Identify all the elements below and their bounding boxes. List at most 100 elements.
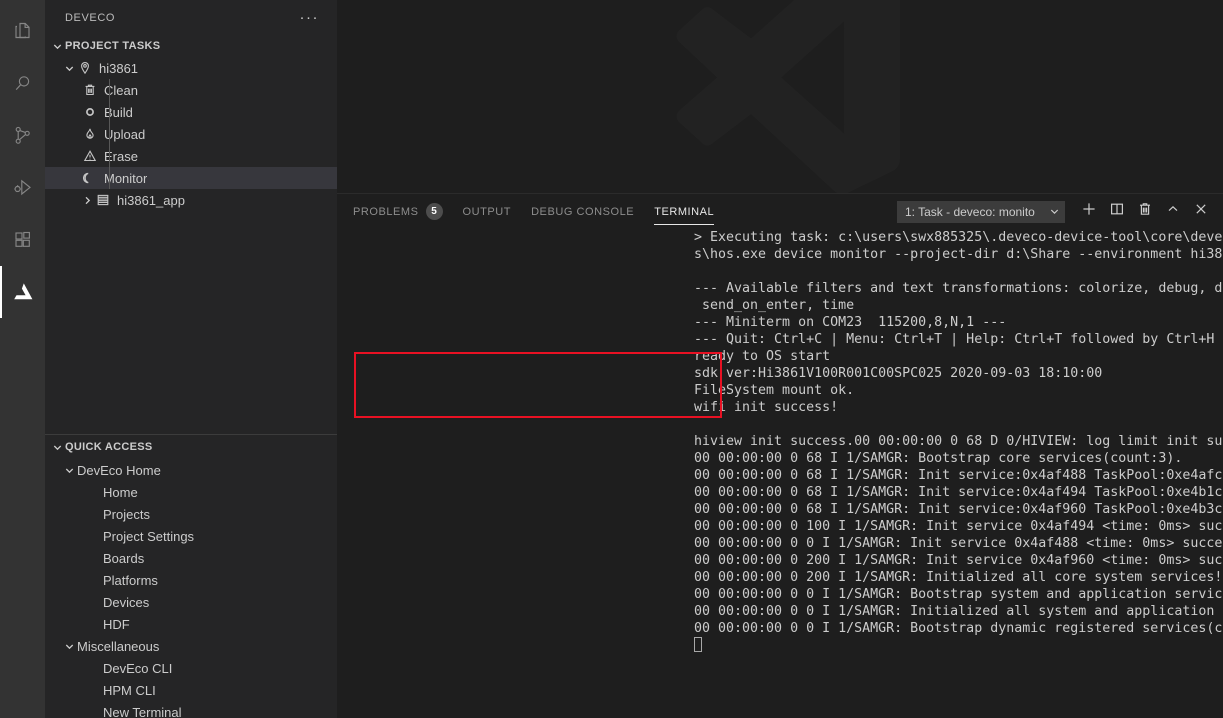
chevron-up-icon [1165, 201, 1181, 222]
tab-terminal[interactable]: TERMINAL [654, 194, 715, 229]
chevron-down-icon [61, 462, 77, 478]
files-icon [11, 20, 35, 44]
terminal-line: send_on_enter, time [694, 298, 855, 313]
chevron-down-icon [61, 60, 77, 76]
terminal-cursor [694, 637, 702, 652]
tree-row-deveco-cli[interactable]: DevEco CLI [45, 657, 337, 679]
boot-output-highlight [354, 352, 722, 418]
activity-item-source-control[interactable] [0, 110, 45, 162]
moon-icon [82, 170, 98, 186]
terminal-line: 00 00:00:00 0 0 I 1/SAMGR: Bootstrap sys… [694, 587, 1223, 602]
maximize-panel-button[interactable] [1159, 198, 1187, 226]
tree-indent-guide [109, 79, 110, 189]
tree-row-projects[interactable]: Projects [45, 503, 337, 525]
tab-problems[interactable]: PROBLEMS 5 [353, 194, 443, 229]
vscode-window: DEVECO ··· PROJECT TASKS hi3861 Clean Bu… [0, 0, 1223, 718]
close-icon [1193, 201, 1209, 222]
terminal-line: 00 00:00:00 0 0 I 1/SAMGR: Initialized a… [694, 604, 1223, 619]
location-pin-icon [77, 60, 93, 76]
terminal-line: sdk ver:Hi3861V100R001C00SPC025 2020-09-… [694, 366, 1103, 381]
terminal-line: 00 00:00:00 0 0 I 1/SAMGR: Bootstrap dyn… [694, 621, 1223, 636]
chevron-down-icon [61, 638, 77, 654]
tree-row-task-upload[interactable]: Upload [45, 123, 337, 145]
tab-output[interactable]: OUTPUT [463, 194, 512, 229]
terminal-output[interactable]: > Executing task: c:\users\swx885325\.de… [337, 229, 1223, 718]
tree-label-deveco-home: DevEco Home [77, 462, 161, 478]
chevron-down-icon [1047, 206, 1061, 217]
tree-label-hdf: HDF [103, 616, 130, 632]
tree-row-miscellaneous[interactable]: Miscellaneous [45, 635, 337, 657]
tab-label-debug-console: DEBUG CONSOLE [531, 205, 635, 218]
activity-item-deveco-device-tool[interactable] [0, 266, 45, 318]
new-terminal-button[interactable] [1075, 198, 1103, 226]
sidebar-title-bar: DEVECO ··· [45, 0, 337, 35]
flame-icon [82, 126, 98, 142]
terminal-line: > Executing task: c:\users\swx885325\.de… [694, 230, 1223, 245]
kill-terminal-button[interactable] [1131, 198, 1159, 226]
tree-row-task-monitor[interactable]: Monitor [45, 167, 337, 189]
search-icon [11, 72, 35, 96]
tree-row-hdf[interactable]: HDF [45, 613, 337, 635]
bottom-panel: PROBLEMS 5 OUTPUT DEBUG CONSOLE TERMINAL [337, 194, 1223, 718]
section-header-quick-access[interactable]: QUICK ACCESS [45, 435, 337, 459]
terminal-line: 00 00:00:00 0 200 I 1/SAMGR: Initialized… [694, 570, 1223, 585]
tree-row-platforms[interactable]: Platforms [45, 569, 337, 591]
warning-triangle-icon [82, 148, 98, 164]
tree-row-task-erase[interactable]: Erase [45, 145, 337, 167]
tree-label-upload: Upload [104, 126, 146, 142]
activity-item-search[interactable] [0, 58, 45, 110]
tree-label-platforms: Platforms [103, 572, 158, 588]
chevron-down-icon [49, 439, 65, 455]
tab-debug-console[interactable]: DEBUG CONSOLE [531, 194, 634, 229]
tree-row-hpm-cli[interactable]: HPM CLI [45, 679, 337, 701]
tree-row-new-terminal[interactable]: New Terminal [45, 701, 337, 718]
tree-label-hi3861-app: hi3861_app [117, 192, 185, 208]
tree-row-home[interactable]: Home [45, 481, 337, 503]
tree-row-project-settings[interactable]: Project Settings [45, 525, 337, 547]
split-terminal-button[interactable] [1103, 198, 1131, 226]
terminal-line: 00 00:00:00 0 68 I 1/SAMGR: Init service… [694, 468, 1223, 483]
terminal-line: 00 00:00:00 0 68 I 1/SAMGR: Bootstrap co… [694, 451, 1183, 466]
section-header-project-tasks[interactable]: PROJECT TASKS [45, 35, 337, 57]
tree-label-hpm-cli: HPM CLI [103, 682, 156, 698]
activity-item-run-and-debug[interactable] [0, 162, 45, 214]
terminal-selector-dropdown[interactable]: 1: Task - deveco: monito [897, 200, 1065, 223]
run-debug-icon [11, 176, 35, 200]
editor-area [337, 0, 1223, 194]
extensions-icon [11, 228, 35, 252]
tree-label-devices: Devices [103, 594, 150, 610]
terminal-line: 00 00:00:00 0 0 I 1/SAMGR: Init service … [694, 536, 1223, 551]
chevron-right-icon [79, 192, 95, 208]
section-label-project-tasks: PROJECT TASKS [65, 40, 161, 52]
tree-row-devices[interactable]: Devices [45, 591, 337, 613]
tree-label-boards: Boards [103, 550, 145, 566]
activity-item-extensions[interactable] [0, 214, 45, 266]
problems-count-badge: 5 [425, 203, 443, 220]
plus-icon [1081, 201, 1097, 222]
terminal-line: --- Available filters and text transform… [694, 281, 1223, 296]
vscode-logo-watermark-icon [665, 0, 908, 193]
circle-icon [82, 104, 98, 120]
terminal-line: hiview init success.00 00:00:00 0 68 D 0… [694, 434, 1223, 449]
panel-tab-list: PROBLEMS 5 OUTPUT DEBUG CONSOLE TERMINAL [353, 194, 734, 229]
tree-row-deveco-home[interactable]: DevEco Home [45, 459, 337, 481]
sidebar-more-actions-icon[interactable]: ··· [300, 10, 320, 25]
sidebar: DEVECO ··· PROJECT TASKS hi3861 Clean Bu… [45, 0, 337, 718]
tree-label-project-settings: Project Settings [103, 528, 195, 544]
tree-row-task-build[interactable]: Build [45, 101, 337, 123]
tree-label-projects: Projects [103, 506, 150, 522]
terminal-line: 00 00:00:00 0 100 I 1/SAMGR: Init servic… [694, 519, 1223, 534]
tree-row-hi3861-app[interactable]: hi3861_app [45, 189, 337, 211]
chevron-down-icon [49, 38, 65, 54]
terminal-line: wifi init success! [694, 400, 839, 415]
trash-icon [82, 82, 98, 98]
tab-label-problems: PROBLEMS [353, 205, 419, 218]
terminal-line: --- Quit: Ctrl+C | Menu: Ctrl+T | Help: … [694, 332, 1223, 347]
tree-row-hi3861[interactable]: hi3861 [45, 57, 337, 79]
activity-item-explorer[interactable] [0, 6, 45, 58]
terminal-line: ready to OS start [694, 349, 831, 364]
close-panel-button[interactable] [1187, 198, 1215, 226]
tree-row-boards[interactable]: Boards [45, 547, 337, 569]
tree-row-task-clean[interactable]: Clean [45, 79, 337, 101]
